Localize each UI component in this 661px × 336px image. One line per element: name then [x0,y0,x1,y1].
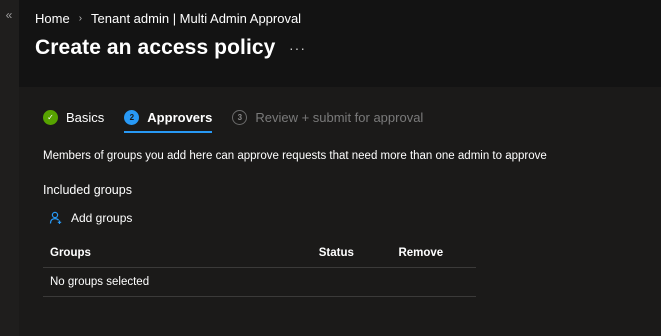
column-header-status[interactable]: Status [312,247,392,259]
empty-table-message: No groups selected [50,276,150,288]
step-basics[interactable]: ✓ Basics [43,110,104,133]
breadcrumb-tenant-admin-link[interactable]: Tenant admin | Multi Admin Approval [91,11,301,26]
step-approvers[interactable]: 2 Approvers [124,110,213,133]
included-groups-title: Included groups [43,183,132,197]
wizard-steps: ✓ Basics 2 Approvers 3 Review + submit f… [43,110,423,133]
checkmark-icon: ✓ [43,110,58,125]
page-title: Create an access policy [35,36,276,59]
step-basics-label: Basics [66,110,105,125]
step-review-submit-label: Review + submit for approval [255,110,424,125]
collapse-icon[interactable]: « [2,8,16,22]
approvers-description: Members of groups you add here can appro… [43,150,547,162]
add-groups-button[interactable]: Add groups [49,211,132,225]
person-add-icon [49,211,63,225]
wizard-content: ✓ Basics 2 Approvers 3 Review + submit f… [19,87,661,336]
groups-table: Groups Status Remove No groups selected [43,239,476,297]
column-header-groups[interactable]: Groups [43,247,312,259]
left-nav-strip: « [0,0,19,336]
add-groups-label: Add groups [71,211,133,225]
more-options-button[interactable]: ··· [289,40,306,56]
breadcrumb-separator: › [78,13,83,24]
column-header-remove[interactable]: Remove [391,247,476,259]
step-number-2-icon: 2 [124,110,140,125]
breadcrumb-home-link[interactable]: Home [35,11,70,26]
step-approvers-label: Approvers [147,110,213,125]
table-row: No groups selected [43,268,476,297]
page: « Home › Tenant admin | Multi Admin Appr… [0,0,661,336]
step-number-3-icon: 3 [232,110,248,125]
breadcrumb: Home › Tenant admin | Multi Admin Approv… [35,11,301,26]
table-header-row: Groups Status Remove [43,239,476,268]
page-header: Home › Tenant admin | Multi Admin Approv… [19,0,661,87]
step-review-submit[interactable]: 3 Review + submit for approval [232,110,423,133]
